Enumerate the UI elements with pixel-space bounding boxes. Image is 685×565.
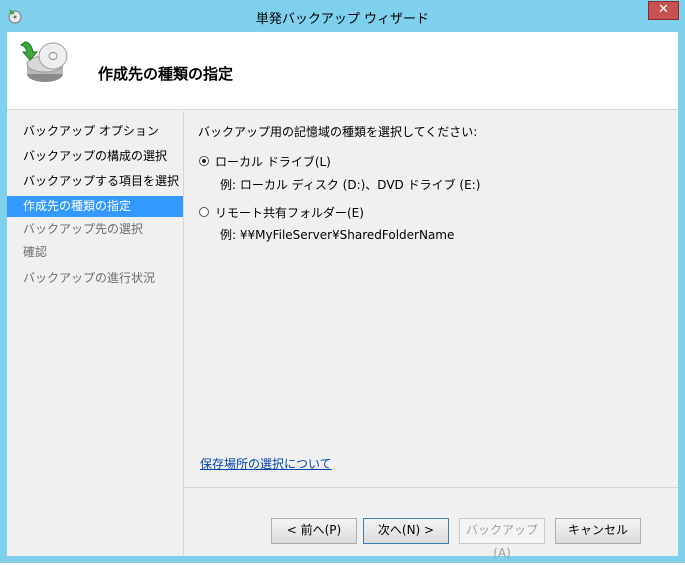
local-drive-radio[interactable] (199, 156, 209, 166)
storage-help-link[interactable]: 保存場所の選択について (200, 455, 332, 472)
step-destination-type[interactable]: 作成先の種類の指定 (7, 196, 183, 217)
title-bar[interactable]: 単発バックアップ ウィザード ✕ (0, 0, 685, 32)
step-backup-progress: バックアップの進行状況 (23, 271, 156, 285)
remote-share-example: 例: ¥¥MyFileServer¥SharedFolderName (220, 228, 455, 242)
remote-share-radio[interactable] (199, 207, 209, 217)
wizard-body: 作成先の種類の指定 バックアップ オプション バックアップの構成の選択 バックア… (7, 32, 678, 560)
wizard-header: 作成先の種類の指定 (7, 32, 678, 110)
cancel-button[interactable]: キャンセル (555, 518, 641, 544)
wizard-window: 単発バックアップ ウィザード ✕ 作成先の種類の指定 バックアップ オプション … (0, 0, 685, 563)
wizard-steps-nav: バックアップ オプション バックアップの構成の選択 バックアップする項目を選択 … (7, 111, 184, 556)
local-drive-example: 例: ローカル ディスク (D:)、DVD ドライブ (E:) (220, 178, 481, 192)
step-select-items[interactable]: バックアップする項目を選択 (7, 171, 183, 192)
main-content: バックアップ用の記憶域の種類を選択してください: ローカル ドライブ(L) 例:… (184, 111, 678, 560)
storage-type-prompt: バックアップ用の記憶域の種類を選択してください: (198, 125, 478, 139)
previous-button[interactable]: < 前へ(P) (271, 518, 357, 544)
step-backup-configuration[interactable]: バックアップの構成の選択 (7, 146, 183, 167)
page-title: 作成先の種類の指定 (98, 65, 234, 83)
close-button[interactable]: ✕ (648, 1, 679, 20)
step-confirmation: 確認 (23, 245, 48, 259)
step-backup-options[interactable]: バックアップ オプション (7, 121, 183, 142)
backup-drive-icon (19, 41, 68, 82)
backup-button: バックアップ(A) (459, 518, 545, 560)
step-select-destination: バックアップ先の選択 (23, 222, 144, 236)
remote-share-label[interactable]: リモート共有フォルダー(E) (215, 204, 364, 221)
next-button[interactable]: 次へ(N) > (363, 518, 449, 544)
window-title: 単発バックアップ ウィザード (255, 12, 430, 27)
local-drive-label[interactable]: ローカル ドライブ(L) (215, 153, 331, 170)
button-bar: < 前へ(P) 次へ(N) > バックアップ(A) キャンセル (184, 487, 678, 560)
